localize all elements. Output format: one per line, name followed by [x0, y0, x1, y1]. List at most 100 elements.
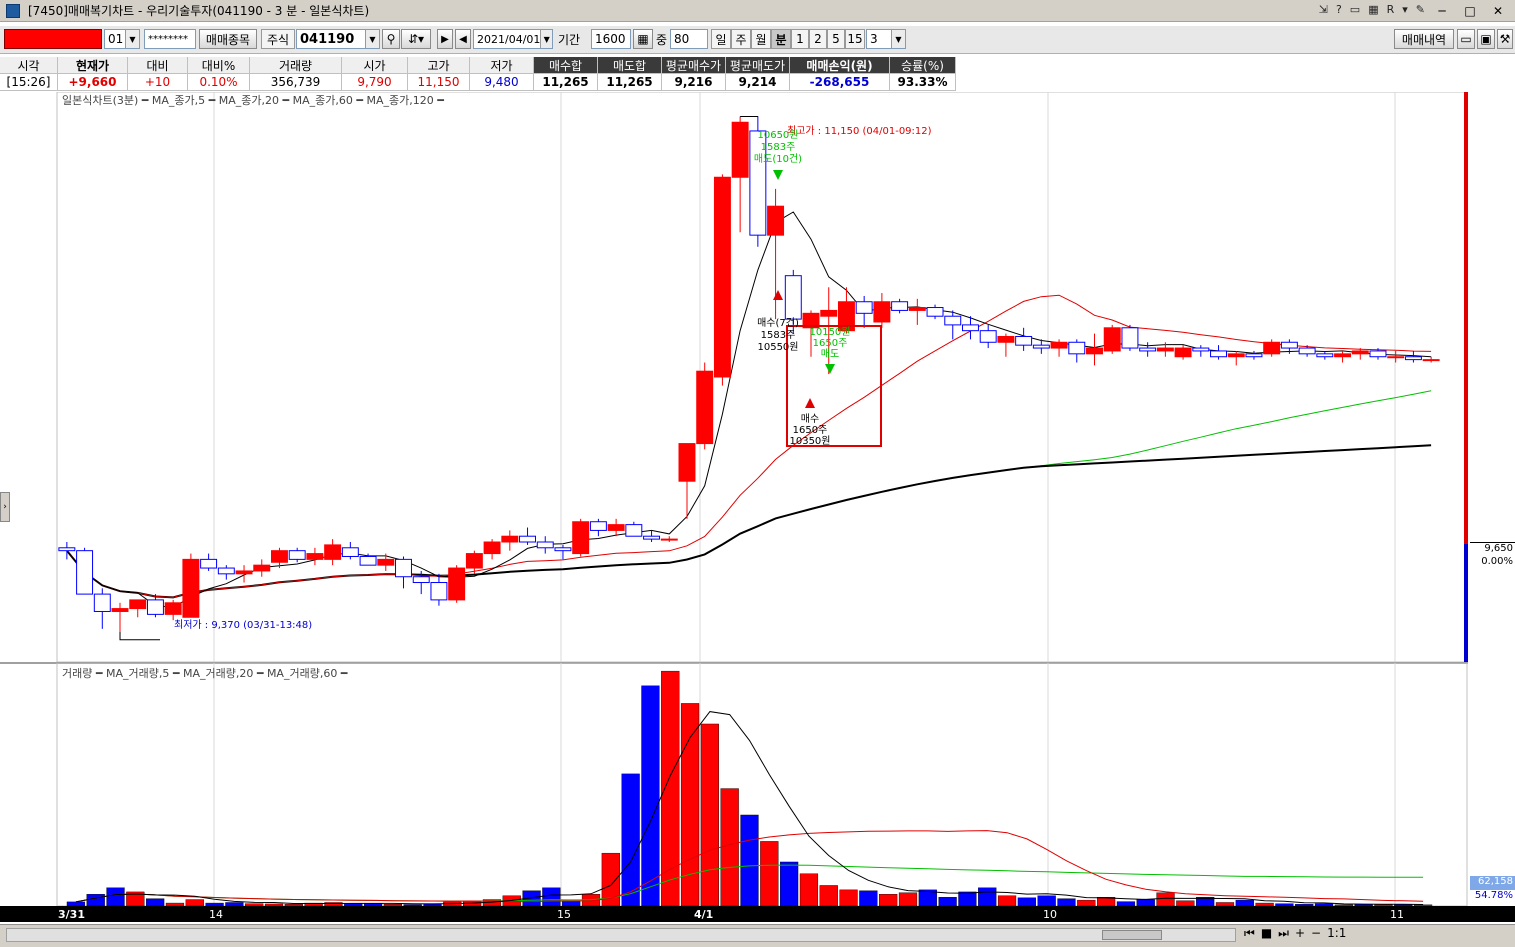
quote-header: 시각 [0, 57, 58, 74]
stop-icon[interactable]: ■ [1261, 926, 1272, 941]
candle-body [76, 550, 94, 595]
r-icon[interactable]: R [1387, 3, 1395, 16]
grid-icon[interactable]: ▦ [633, 29, 653, 49]
period-month[interactable]: 월 [751, 29, 771, 49]
candle-body [1227, 353, 1245, 358]
pin-icon[interactable]: ⇲ [1319, 3, 1328, 16]
candle-body [1369, 350, 1387, 358]
candle-body [1404, 356, 1422, 361]
chart-scrollbar[interactable] [6, 928, 1236, 942]
period-day[interactable]: 일 [711, 29, 731, 49]
screen-icon[interactable]: ▭ [1350, 3, 1360, 16]
quote-buy-sum: 11,265 [534, 74, 598, 91]
price-chart[interactable]: 최고가 : 11,150 (04/01-09:12) 최저가 : 9,370 (0… [0, 92, 1515, 662]
candle-body [1192, 347, 1210, 352]
next-icon[interactable]: ▶ [437, 29, 453, 49]
quote-header: 매매손익(원) [790, 57, 890, 74]
candle-body [430, 582, 448, 601]
volume-bar [799, 873, 819, 906]
quote-header: 저가 [470, 57, 534, 74]
sell-annotation: 매도 [821, 348, 839, 360]
layout-icon[interactable]: ▦ [1368, 3, 1378, 16]
sort-icon[interactable]: ⇵▾ [401, 29, 431, 49]
folder-icon[interactable]: ▭ [1457, 29, 1475, 49]
price-chart-pane[interactable]: 최고가 : 11,150 (04/01-09:12) 최저가 : 9,370 (0… [0, 92, 1515, 662]
volume-bar [760, 841, 779, 906]
quote-change: +10 [128, 74, 188, 91]
quote-header: 현재가 [58, 57, 128, 74]
help-icon[interactable]: ? [1336, 3, 1342, 16]
candle-body [891, 301, 909, 311]
sell-arrow-icon [773, 170, 783, 180]
candle-body [324, 544, 342, 560]
wrench-icon[interactable]: ⚒ [1497, 29, 1513, 49]
candle-body [997, 335, 1015, 343]
candle-body [253, 564, 271, 572]
candle-body [412, 576, 430, 584]
volume-bar [879, 894, 898, 906]
period-input[interactable]: 1600 [591, 29, 631, 49]
candle-body [1316, 353, 1334, 358]
pencil-icon[interactable]: ✎ [1416, 3, 1425, 16]
zoom-out-icon[interactable]: − [1311, 926, 1321, 941]
quote-low: 9,480 [470, 74, 534, 91]
quote-volume: 356,739 [250, 74, 342, 91]
account-suffix-value: 01 [108, 32, 124, 46]
quote-winrate: 93.33% [890, 74, 956, 91]
maximize-icon[interactable]: □ [1457, 2, 1483, 19]
candle-body [1156, 347, 1174, 352]
close-icon[interactable]: ✕ [1485, 2, 1511, 19]
candle-body [483, 541, 501, 555]
interval-1[interactable]: 1 [791, 29, 809, 49]
zoom-in-icon[interactable]: + [1295, 926, 1305, 941]
buy-annotation: 1583주 [761, 330, 796, 341]
interval-15[interactable]: 15 [845, 29, 865, 49]
candle-body [111, 608, 129, 612]
lock-icon[interactable]: ▾ [1402, 3, 1408, 16]
scroll-thumb[interactable] [1102, 930, 1162, 940]
password-field[interactable]: ******** [144, 29, 196, 49]
volume-bar [740, 814, 759, 906]
prev-icon[interactable]: ◀ [455, 29, 471, 49]
candle-body [465, 553, 483, 569]
candle-body [1387, 356, 1405, 359]
sell-arrow-icon [825, 364, 835, 374]
buy-arrow-icon [773, 290, 783, 300]
period-minute[interactable]: 분 [771, 29, 791, 49]
candle-body [341, 547, 359, 557]
chevron-down-icon: ▼ [891, 30, 905, 48]
zoom-reset[interactable]: 1:1 [1327, 926, 1346, 941]
candle-body [713, 176, 731, 378]
trade-stock-button[interactable]: 매매종목 [199, 29, 257, 49]
candle-body [1068, 341, 1086, 355]
candle-body [235, 570, 253, 575]
market-select[interactable]: 주식 [261, 29, 295, 49]
volume-bar [819, 885, 838, 906]
save-icon[interactable]: ▣ [1477, 29, 1495, 49]
volume-chart-pane[interactable]: 거래량 ━ MA_거래량,5 ━ MA_거래량,20 ━ MA_거래량,60 ━ [0, 663, 1515, 906]
candle-body [962, 324, 979, 332]
account-field[interactable] [4, 29, 102, 49]
sell-annotation: 10150원 [809, 326, 850, 338]
candle-body [1015, 335, 1033, 346]
trade-history-button[interactable]: 매매내역 [1394, 29, 1454, 49]
interval-5[interactable]: 5 [827, 29, 845, 49]
expand-panel-icon[interactable]: › [0, 492, 10, 522]
quote-high: 11,150 [408, 74, 470, 91]
low-label: 최저가 : 9,370 (03/31-13:48) [174, 619, 312, 631]
overlap-input[interactable]: 80 [670, 29, 708, 49]
quote-header: 시가 [342, 57, 408, 74]
first-icon[interactable]: ⏮ [1244, 926, 1255, 941]
interval-2[interactable]: 2 [809, 29, 827, 49]
period-week[interactable]: 주 [731, 29, 751, 49]
account-suffix-select[interactable]: 01 ▼ [104, 29, 140, 49]
candle-body [1422, 359, 1440, 362]
search-icon[interactable]: ⚲ [382, 29, 400, 49]
date-input[interactable]: 2021/04/01 ▼ [473, 29, 553, 49]
volume-bar [958, 891, 977, 906]
volume-chart[interactable] [0, 663, 1515, 906]
minimize-icon[interactable]: ─ [1429, 2, 1455, 19]
stock-code-input[interactable]: 041190 ▼ [296, 29, 380, 49]
forward-icon[interactable]: ⏭ [1278, 926, 1289, 941]
interval-select[interactable]: 3 ▼ [866, 29, 906, 49]
